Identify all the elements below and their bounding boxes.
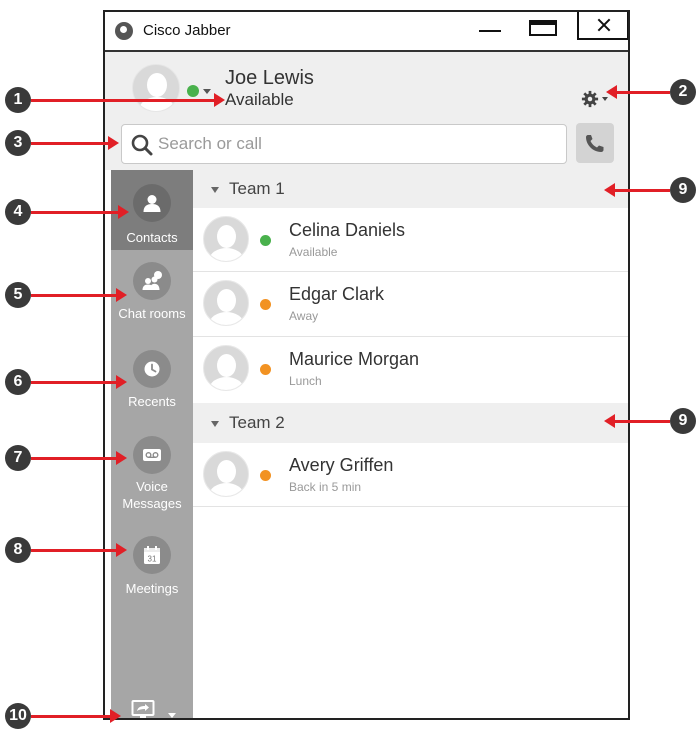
callout-badge-7: 7 — [5, 445, 31, 471]
user-avatar[interactable] — [132, 64, 180, 112]
presence-status-dot — [260, 235, 271, 246]
callout-badge-10: 10 — [5, 703, 31, 729]
contact-row[interactable]: Celina Daniels Available — [193, 208, 628, 272]
clock-icon — [144, 361, 160, 377]
callout-badge-9: 9 — [670, 177, 696, 203]
group-label: Team 1 — [229, 179, 285, 198]
gear-icon[interactable] — [581, 90, 599, 108]
contact-avatar — [203, 216, 249, 262]
contact-row[interactable]: Maurice Morgan Lunch — [193, 337, 628, 403]
sidebar-item-label: Contacts — [126, 230, 178, 245]
calendar-icon: 31 — [144, 546, 160, 564]
contact-name: Celina Daniels — [289, 220, 406, 240]
presence-dropdown-icon[interactable] — [203, 89, 211, 94]
presence-status-dot[interactable] — [187, 85, 199, 97]
contact-row[interactable]: Edgar Clark Away — [193, 272, 628, 337]
presence-status-dot — [260, 364, 271, 375]
callout-badge-9: 9 — [670, 408, 696, 434]
screen-share-icon[interactable] — [131, 698, 155, 720]
sidebar: Contacts Chat rooms Recents Voice Messag… — [111, 170, 193, 720]
sidebar-item-voice-messages[interactable]: Voice Messages — [111, 430, 193, 511]
search-input[interactable] — [158, 125, 558, 163]
callout-arrow-5 — [31, 288, 127, 302]
voicemail-icon — [143, 449, 161, 461]
callout-arrow-7 — [31, 451, 127, 465]
contact-status: Available — [289, 245, 338, 259]
close-button[interactable] — [577, 12, 628, 40]
group-label: Team 2 — [229, 413, 285, 432]
callout-arrow-2 — [606, 85, 670, 99]
jabber-logo-icon — [115, 22, 133, 40]
contact-avatar — [203, 451, 249, 497]
screen-share-dropdown-icon[interactable] — [168, 713, 176, 718]
contact-list: Team 1 Celina Daniels Available Edgar Cl… — [193, 170, 628, 718]
callout-badge-6: 6 — [5, 369, 31, 395]
user-presence[interactable]: Available — [225, 90, 294, 110]
maximize-button[interactable] — [529, 20, 557, 36]
group-header-team-1[interactable]: Team 1 — [193, 170, 628, 208]
search-box[interactable] — [121, 124, 567, 164]
contacts-icon — [143, 195, 161, 212]
phone-icon — [586, 135, 604, 152]
sidebar-item-label: Recents — [128, 394, 176, 409]
presence-status-dot — [260, 470, 271, 481]
contact-status: Away — [289, 309, 319, 323]
minimize-button[interactable] — [477, 12, 503, 42]
callout-arrow-9 — [604, 414, 670, 428]
contact-name: Edgar Clark — [289, 284, 385, 304]
callout-badge-8: 8 — [5, 537, 31, 563]
contact-status: Back in 5 min — [289, 480, 362, 494]
search-icon — [131, 134, 153, 156]
title-bar[interactable]: Cisco Jabber — [105, 12, 628, 50]
group-header-team-2[interactable]: Team 2 — [193, 403, 628, 443]
callout-arrow-3 — [31, 136, 119, 150]
callout-arrow-4 — [31, 205, 129, 219]
jabber-window: Cisco Jabber Joe Lewis Available Search … — [103, 10, 630, 720]
contact-avatar — [203, 345, 249, 391]
callout-badge-5: 5 — [5, 282, 31, 308]
contact-name: Avery Griffen — [289, 455, 394, 475]
callout-badge-2: 2 — [670, 79, 696, 105]
callout-arrow-1 — [31, 93, 225, 107]
callout-arrow-9 — [604, 183, 670, 197]
sidebar-item-label: Chat rooms — [118, 306, 186, 321]
user-header: Joe Lewis Available — [105, 52, 628, 170]
window-title: Cisco Jabber — [143, 22, 231, 39]
contact-name: Maurice Morgan — [289, 349, 420, 369]
contact-status: Lunch — [289, 374, 322, 388]
callout-badge-4: 4 — [5, 199, 31, 225]
sidebar-item-label: Voice Messages — [122, 479, 182, 511]
collapse-caret-icon[interactable] — [211, 421, 219, 427]
callout-arrow-8 — [31, 543, 127, 557]
callout-arrow-10 — [31, 709, 121, 723]
callout-arrow-6 — [31, 375, 127, 389]
sidebar-item-label: Meetings — [125, 581, 179, 596]
user-name: Joe Lewis — [225, 67, 314, 89]
callout-badge-3: 3 — [5, 130, 31, 156]
contact-avatar — [203, 280, 249, 326]
callout-badge-1: 1 — [5, 87, 31, 113]
presence-status-dot — [260, 299, 271, 310]
contact-row[interactable]: Avery Griffen Back in 5 min — [193, 443, 628, 507]
collapse-caret-icon[interactable] — [211, 187, 219, 193]
calendar-day: 31 — [148, 555, 157, 564]
chat-rooms-icon — [142, 271, 162, 290]
call-button[interactable] — [576, 123, 614, 163]
